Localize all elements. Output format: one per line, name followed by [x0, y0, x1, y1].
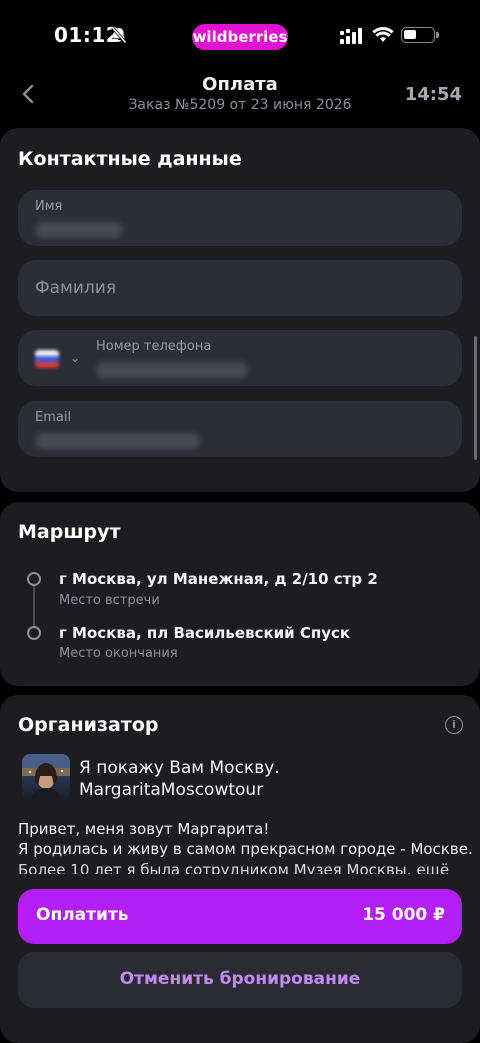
route-start-dot	[27, 572, 41, 586]
organizer-name-line1[interactable]: Я покажу Вам Москву.	[79, 758, 280, 778]
email-label: Email	[35, 410, 72, 425]
first-name-label: Имя	[35, 199, 63, 214]
meeting-point-address: г Москва, ул Манежная, д 2/10 стр 2	[59, 570, 378, 588]
wifi-icon	[372, 26, 394, 42]
last-name-placeholder: Фамилия	[35, 278, 117, 298]
brand-logo: wildberries	[192, 24, 288, 50]
payment-timer: 14:54	[404, 84, 462, 105]
chevron-down-icon[interactable]: ⌄	[70, 351, 80, 365]
organizer-description-line1: Привет, меня зовут Маргарита!	[18, 820, 270, 838]
organizer-description-line3: Более 10 лет я была сотрудником Музея Мо…	[18, 860, 462, 874]
status-bar: 01:12 wildberries	[0, 0, 480, 70]
read-more-link[interactable]: ещё	[417, 861, 450, 874]
country-flag-icon[interactable]	[35, 350, 59, 368]
phone-label: Номер телефона	[96, 339, 212, 354]
email-value-blurred	[35, 433, 200, 449]
cancel-booking-label: Отменить бронирование	[119, 969, 361, 989]
cancel-booking-button[interactable]: Отменить бронирование	[18, 952, 462, 1008]
pay-button[interactable]: Оплатить 15 000 ₽	[18, 889, 462, 944]
first-name-field[interactable]: Имя	[18, 190, 462, 246]
page-header: Оплата Заказ №5209 от 23 июня 2026 14:54	[0, 70, 480, 122]
organizer-name-line2[interactable]: MargaritaMoscowtour	[79, 780, 263, 800]
end-point-label: Место окончания	[59, 646, 178, 661]
scrollbar[interactable]	[474, 336, 477, 460]
contacts-title: Контактные данные	[18, 148, 242, 170]
phone-field[interactable]: ⌄ Номер телефона	[18, 330, 462, 386]
last-name-field[interactable]: Фамилия	[18, 260, 462, 316]
route-end-dot	[27, 626, 41, 640]
meeting-point-label: Место встречи	[59, 593, 160, 608]
first-name-value-blurred	[35, 222, 123, 238]
pay-button-label: Оплатить	[36, 905, 129, 925]
route-title: Маршрут	[18, 521, 121, 543]
end-point-address: г Москва, пл Васильевский Спуск	[59, 624, 351, 642]
battery-icon	[401, 27, 439, 43]
route-connector	[33, 585, 35, 632]
organizer-title: Организатор	[18, 714, 159, 736]
avatar-photo	[22, 754, 70, 802]
signal-icon	[340, 28, 362, 44]
bell-slash-icon	[111, 26, 127, 44]
organizer-avatar[interactable]	[22, 754, 70, 802]
organizer-description-line2: Я родилась и живу в самом прекрасном гор…	[18, 840, 473, 858]
organizer-description-text: Более 10 лет я была сотрудником Музея Мо…	[18, 861, 412, 874]
email-field[interactable]: Email	[18, 401, 462, 457]
info-icon[interactable]: i	[445, 716, 463, 734]
pay-amount: 15 000 ₽	[362, 905, 445, 925]
phone-value-blurred	[96, 362, 248, 378]
